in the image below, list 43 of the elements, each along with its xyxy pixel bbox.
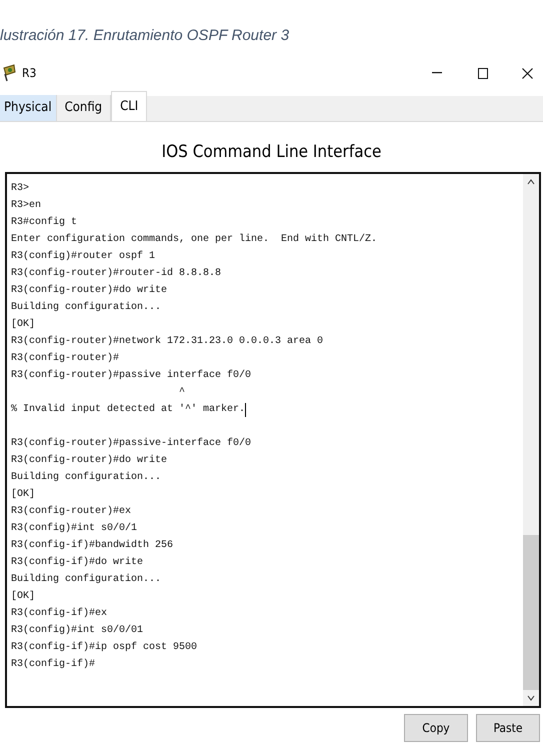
terminal-line: [OK] [11, 590, 36, 604]
window-title: R3 [22, 65, 36, 82]
close-icon[interactable] [522, 68, 533, 78]
terminal-line: R3(config-router)#do write [11, 454, 168, 468]
terminal-line: R3(config-router)# [11, 352, 120, 366]
terminal-line: % Invalid input detected at '^' marker. [11, 402, 246, 417]
terminal-line: [OK] [11, 318, 36, 332]
tab[interactable]: CLI [111, 91, 148, 121]
terminal-line: R3(config-if)#ex [11, 606, 108, 621]
terminal-line: R3(config-router)#ex [11, 504, 132, 519]
terminal-line: [OK] [11, 488, 36, 502]
terminal-line: R3> [11, 182, 30, 196]
terminal-line: R3(config-router)#do write [11, 284, 168, 298]
terminal-line: ^ [178, 386, 186, 400]
terminal-line: Building configuration... [11, 300, 162, 315]
terminal-line: R3(config)#router ospf 1 [11, 250, 156, 264]
terminal-line: R3(config)#int s0/0/01 [11, 624, 144, 638]
terminal-line: Building configuration... [11, 572, 162, 587]
terminal-line: R3(config-if)#do write [11, 556, 144, 570]
terminal-line: R3>en [11, 199, 42, 213]
scrollbar-thumb[interactable] [523, 535, 539, 690]
terminal-line: Enter configuration commands, one per line. End with CNTL/Z. [11, 232, 378, 247]
terminal-line: R3(config-router)#passive interface f0/0 [11, 368, 252, 383]
tab[interactable]: Config [56, 95, 112, 121]
figure-caption: lustración 17. Enrutamiento OSPF Router 3 [0, 27, 290, 44]
terminal-line: R3(config-router)#router-id 8.8.8.8 [11, 266, 222, 281]
text-cursor [245, 402, 246, 416]
terminal-line: R3(config-router)#passive-interface f0/0 [11, 436, 252, 451]
action-button[interactable]: Copy [404, 714, 468, 742]
panel-heading: IOS Command Line Interface [162, 141, 382, 164]
action-button[interactable]: Paste [476, 714, 540, 742]
terminal-line: R3(config-if)#bandwidth 256 [11, 538, 174, 553]
terminal-line: R3(config-if)# [11, 658, 96, 672]
tab[interactable]: Physical [0, 95, 57, 121]
minimize-icon[interactable] [432, 72, 442, 74]
terminal-line: Building configuration... [11, 470, 162, 485]
terminal-line: R3(config)#int s0/0/1 [11, 522, 138, 536]
terminal-line: R3(config-if)#ip ospf cost 9500 [11, 640, 198, 655]
terminal-panel[interactable] [5, 172, 541, 708]
terminal-line: R3(config-router)#network 172.31.23.0 0.0.0.3 area 0 [11, 334, 324, 349]
maximize-icon[interactable] [478, 68, 488, 78]
scrollbar[interactable] [523, 174, 539, 706]
terminal-line: R3#config t [11, 216, 78, 230]
